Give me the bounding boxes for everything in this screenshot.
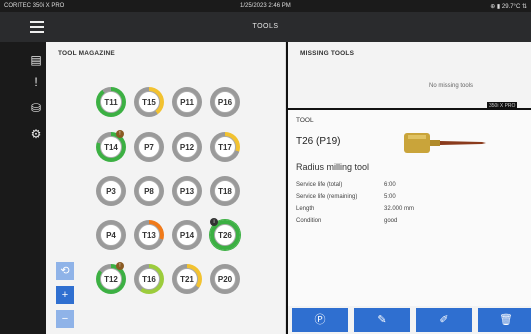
tool-slot-p14[interactable]: P14 (172, 220, 202, 250)
device-tag: 350i X PRO (487, 102, 518, 110)
tool-slot-t13[interactable]: T13 (134, 220, 164, 250)
tool-slot-t17[interactable]: T17 (210, 132, 240, 162)
property-value: 6:00 (384, 182, 396, 188)
tool-slot-p7[interactable]: P7 (134, 132, 164, 162)
info-badge-icon: i (210, 218, 218, 226)
tool-slot-label: P20 (214, 268, 236, 290)
tool-slot-p4[interactable]: P4 (96, 220, 126, 250)
tool-name: Radius milling tool (296, 162, 370, 172)
missing-tools-title: MISSING TOOLS (300, 50, 355, 57)
tool-slot-label: P16 (214, 91, 236, 113)
alert-icon[interactable]: ! (28, 74, 44, 90)
tool-slot-label: P12 (176, 136, 198, 158)
menu-icon (30, 21, 44, 23)
tool-slot-label: P14 (176, 224, 198, 246)
tool-slot-label: T18 (214, 180, 236, 202)
warning-badge-icon: ! (116, 262, 124, 270)
menu-button[interactable] (0, 12, 46, 42)
property-value: 32.000 mm (384, 206, 415, 212)
property-label: Length (296, 206, 315, 212)
remove-button[interactable]: − (56, 310, 74, 328)
tool-slot-label: T16 (138, 268, 160, 290)
tool-slot-label: T11 (100, 91, 122, 113)
tool-slot-p3[interactable]: P3 (96, 176, 126, 206)
title-bar: TOOLS (0, 12, 531, 42)
delete-tool-button[interactable]: 🗑 (478, 308, 531, 332)
tool-slot-p12[interactable]: P12 (172, 132, 202, 162)
missing-tools-empty: No missing tools (428, 83, 473, 89)
menu-icon-line (30, 26, 44, 28)
tool-magazine-panel: TOOL MAGAZINE T11 T15 P11 P16 T14! P7 P12 T17 P3… (46, 42, 286, 334)
tool-slot-t12[interactable]: T12! (96, 262, 126, 294)
tool-magazine-title: TOOL MAGAZINE (58, 50, 115, 57)
tool-slot-p8[interactable]: P8 (134, 176, 164, 206)
tool-slot-label: T12 (100, 268, 122, 290)
tool-slot-label: P7 (138, 136, 160, 158)
tool-slot-label: T17 (214, 136, 236, 158)
tool-slot-t11[interactable]: T11 (96, 87, 126, 117)
property-label: Condition (296, 218, 322, 224)
tool-slot-p13[interactable]: P13 (172, 176, 202, 206)
page-title: TOOLS (252, 23, 279, 30)
edit-tool-button[interactable]: ✎ (354, 308, 410, 332)
property-value: 5:00 (384, 194, 396, 200)
datetime-label: 1/25/2023 2:46 PM (240, 3, 291, 9)
menu-icon-line (30, 31, 44, 33)
tool-slot-label: T14 (100, 136, 122, 158)
document-icon[interactable]: ▤ (28, 52, 44, 68)
property-value: good (384, 218, 398, 224)
rotate-button[interactable]: ⟲ (56, 262, 74, 280)
tool-slot-t14[interactable]: T14! (96, 130, 126, 162)
tool-slot-label: P3 (100, 180, 122, 202)
tool-slot-label: T26 (214, 224, 236, 246)
tool-slot-label: P11 (176, 91, 198, 113)
rename-tool-button[interactable]: ✐ (416, 308, 472, 332)
tool-slot-t15[interactable]: T15 (134, 87, 164, 117)
tool-slot-label: P4 (100, 224, 122, 246)
tool-slot-t18[interactable]: T18 (210, 176, 240, 206)
tool-slot-label: T21 (176, 268, 198, 290)
settings-icon[interactable]: ⚙ (28, 126, 44, 142)
tool-image (404, 133, 486, 153)
tool-slot-t16[interactable]: T16 (134, 264, 164, 294)
tool-slot-p16[interactable]: P16 (210, 87, 240, 117)
tool-slot-label: T15 (138, 91, 160, 113)
locate-tool-button[interactable]: Ⓟ (292, 308, 348, 332)
missing-tools-panel: MISSING TOOLS No missing tools (288, 42, 531, 108)
status-bar: CORITEC 350i X PRO 1/25/2023 2:46 PM ⊕ ▮… (0, 0, 531, 12)
tool-slot-p11[interactable]: P11 (172, 87, 202, 117)
tool-id: T26 (P19) (296, 136, 341, 147)
warning-badge-icon: ! (116, 130, 124, 138)
status-indicators: ⊕ ▮ 29.7°C ⇅ (490, 4, 527, 10)
tool-slot-label: P13 (176, 180, 198, 202)
add-button[interactable]: + (56, 286, 74, 304)
tool-section-label: TOOL (296, 117, 314, 124)
tool-detail-panel: TOOL T26 (P19) Radius milling tool Servi… (288, 110, 531, 306)
tool-slot-label: T13 (138, 224, 160, 246)
tool-slot-label: P8 (138, 180, 160, 202)
property-label: Service life (remaining) (296, 194, 358, 200)
tool-slot-p20[interactable]: P20 (210, 264, 240, 294)
action-bar: Ⓟ ✎ ✐ 🗑 (288, 306, 531, 334)
disk-icon[interactable]: ⛁ (28, 100, 44, 116)
brand-label: CORITEC 350i X PRO (4, 3, 65, 9)
tool-slot-t26[interactable]: T26 i (210, 218, 240, 250)
sidebar: ▤ ! ⛁ ⚙ (0, 42, 46, 334)
property-label: Service life (total) (296, 182, 343, 188)
tool-slot-t21[interactable]: T21 (172, 264, 202, 294)
